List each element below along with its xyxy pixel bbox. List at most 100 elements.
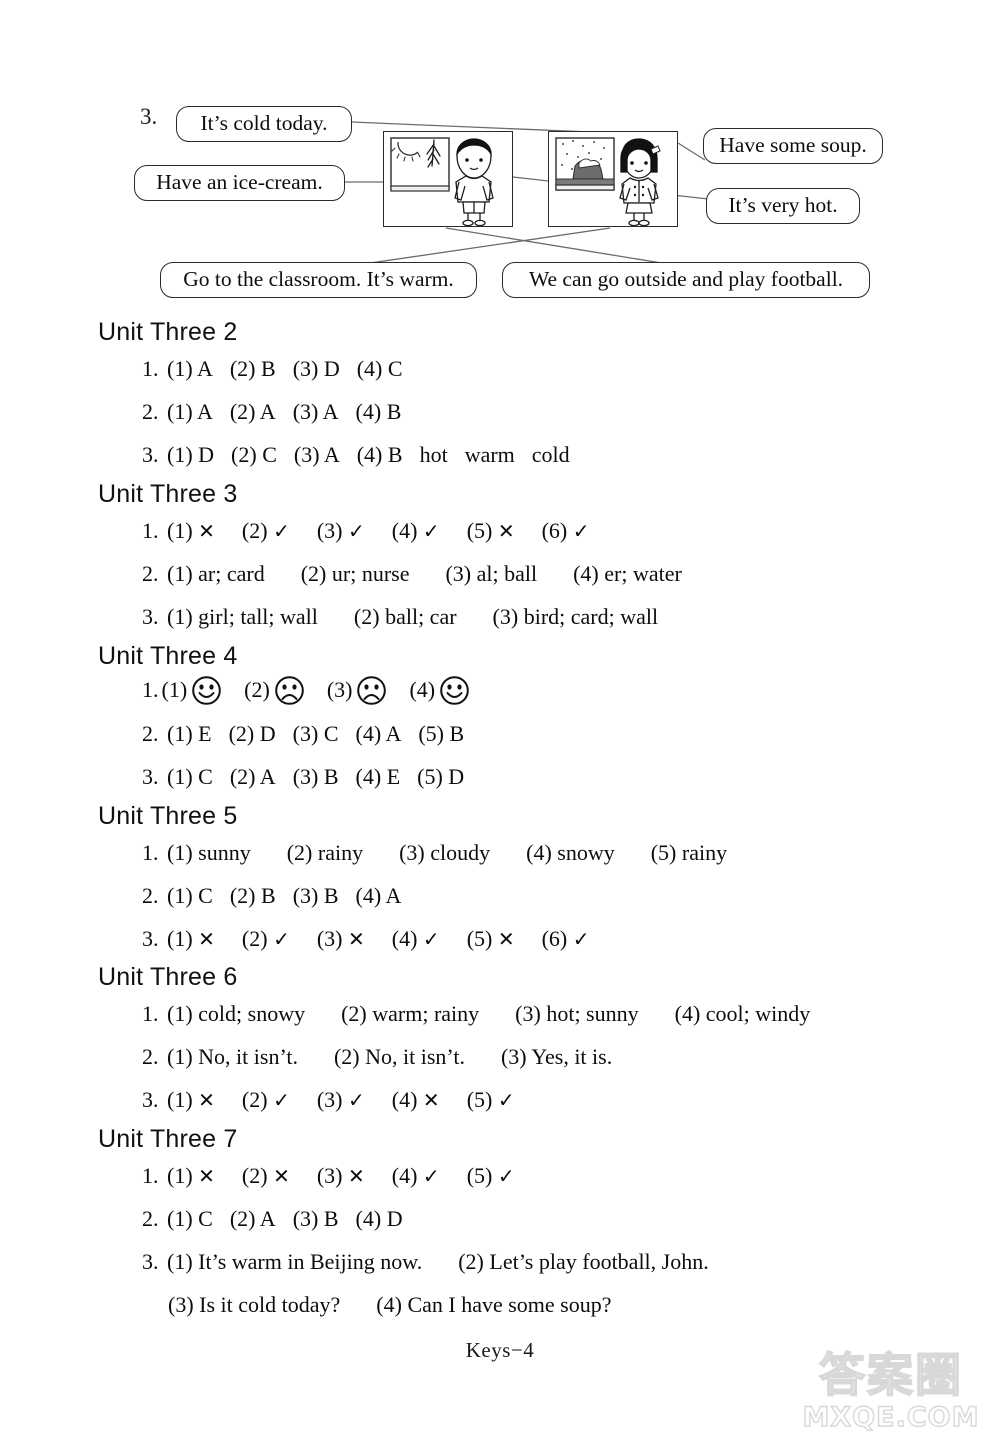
answer-item: warm [465, 442, 515, 467]
answer-item-label: (2) [231, 441, 257, 467]
answer-line: 2. (1) E (2) D (3) C (4) A (5) B [142, 716, 1000, 753]
answer-item-label: (5) [650, 839, 677, 865]
answer-item: (3) ✓ [317, 518, 365, 543]
answer-item: (4) ✓ [392, 1163, 440, 1188]
answer-line-number: 2. [142, 560, 159, 586]
answer-item-value: E [386, 763, 401, 789]
answer-item: (4) A [356, 721, 402, 746]
answer-line-number: 2. [142, 882, 159, 908]
answer-item: (6) ✓ [542, 926, 590, 951]
answer-item-value: ✕ [422, 1090, 440, 1113]
bubble-go-to-classroom[interactable]: Go to the classroom. It’s warm. [160, 262, 477, 298]
answer-item-value: D [386, 1206, 403, 1232]
answer-item-label: (1) [167, 517, 193, 543]
answer-item-value: Can I have some soup? [407, 1292, 612, 1318]
answer-item-label: (4) [376, 1292, 402, 1318]
answer-item-value: ✓ [422, 520, 440, 543]
bubble-go-outside-football[interactable]: We can go outside and play football. [502, 262, 870, 298]
answer-item: (1) cold; snowy [167, 1001, 305, 1026]
answer-item: (2) No, it isn’t. [334, 1044, 465, 1069]
answer-item-value: A [196, 398, 213, 424]
answer-item-value: B [261, 356, 276, 381]
unit-heading: Unit Three 2 [98, 318, 238, 346]
answer-line: 2. (1) A (2) A (3) A (4) B [142, 394, 1000, 431]
answer-item-value: cold; snowy [198, 1001, 306, 1027]
bubble-cold-today[interactable]: It’s cold today. [176, 106, 352, 142]
answer-item-label: (1) [167, 1001, 193, 1027]
answer-item-label: (4) [355, 398, 382, 424]
answer-line: 3. (1) ✕ (2) ✓ (3) ✕ (4) ✓ (5) ✕ (6) ✓ [142, 921, 1000, 958]
answer-item: (2) A [230, 399, 276, 424]
answer-item-label: (5) [466, 1087, 493, 1113]
answer-item-label: (5) [466, 1163, 493, 1189]
answer-item-value: Is it cold today? [199, 1292, 341, 1318]
answer-item-label: (6) [541, 925, 568, 951]
answer-item-value: C [198, 1206, 213, 1232]
answer-item-value: It’s warm in Beijing now. [198, 1249, 423, 1275]
answer-item-label: (4) [356, 441, 383, 467]
answer-item-value: cool; windy [705, 1001, 811, 1027]
answer-item-label: (3) [445, 560, 472, 586]
answer-item: (1) No, it isn’t. [167, 1044, 298, 1069]
answer-item-label: (3) [292, 763, 319, 789]
answer-item: (1) ar; card [167, 561, 265, 586]
answer-item: (2) A [230, 764, 276, 789]
answer-item: (3) A [294, 442, 340, 467]
answer-item-label: (2) [244, 677, 270, 703]
answer-item-label: (3) [292, 1206, 319, 1232]
answer-item-label: (6) [541, 517, 568, 543]
answer-item: (3) bird; card; wall [493, 604, 659, 629]
answer-item-value: cloudy [430, 839, 491, 865]
answer-item: (1) ✕ [167, 926, 215, 951]
answer-line-number: 1. [142, 1163, 159, 1189]
answer-item-value: hot [419, 441, 448, 467]
answer-item: (1) E [167, 721, 212, 746]
answer-item-value: ✓ [497, 1166, 515, 1189]
answer-item-label: (3) [316, 925, 343, 951]
answer-item: (4) ✓ [392, 518, 440, 543]
answer-item-label: (3) [500, 1044, 527, 1070]
answer-item: (4) ✓ [392, 926, 440, 951]
answer-item: (4) cool; windy [675, 1001, 811, 1026]
answer-line-number: 1. [142, 356, 159, 381]
answer-line-number: 3. [142, 603, 159, 629]
answer-item-value: ✕ [497, 928, 515, 951]
answer-item-label: (3) [399, 839, 425, 865]
answer-item-value: ✓ [422, 928, 440, 951]
answer-item-label: (1) [167, 925, 193, 951]
bubble-have-some-soup[interactable]: Have some soup. [703, 128, 883, 164]
unit-heading: Unit Three 7 [98, 1125, 238, 1154]
bubble-very-hot[interactable]: It’s very hot. [706, 188, 860, 224]
answer-item: (3) C [293, 721, 339, 746]
answer-item-label: (5) [466, 925, 493, 951]
answer-item-label: (3) [316, 1087, 343, 1113]
answer-item-value: ✓ [273, 520, 290, 543]
answer-item-value: D [448, 763, 465, 789]
answer-line-number: 1. [142, 677, 159, 703]
answer-item-label: (4) [391, 517, 418, 543]
answer-item-label: (4) [356, 356, 383, 381]
answer-item-label: (3) [515, 1001, 541, 1027]
answer-item: (3) B [293, 1206, 339, 1231]
answer-item-value: A [322, 398, 339, 424]
answer-item-value: D [259, 720, 276, 746]
answer-item: (2) ball; car [354, 604, 457, 629]
answer-item-value: B [386, 398, 402, 424]
answer-line-number: 3. [142, 1249, 159, 1275]
answer-line: 1. (1) (2) (3) (4) [142, 675, 1000, 706]
answer-item-label: (1) [167, 1044, 193, 1070]
answer-item-label: (4) [391, 925, 418, 951]
bubble-have-ice-cream[interactable]: Have an ice-cream. [134, 165, 345, 201]
answer-item-label: (4) [674, 1001, 701, 1027]
answer-item-value: ar; card [198, 560, 265, 586]
picture-girl-snowy-window [548, 131, 678, 227]
answer-item-label: (1) [167, 1087, 193, 1113]
answer-item: (1) ✕ [167, 1087, 215, 1112]
answer-item-label: (2) [229, 398, 256, 424]
answer-item-value: C [387, 356, 403, 381]
answer-item-value: A [385, 720, 402, 746]
watermark: 答案圈 MXQE.COM [796, 1351, 986, 1444]
answer-item-label: (2) [229, 882, 256, 908]
answer-item-label: (4) [391, 1163, 418, 1189]
answer-item: (2) warm; rainy [341, 1001, 479, 1026]
